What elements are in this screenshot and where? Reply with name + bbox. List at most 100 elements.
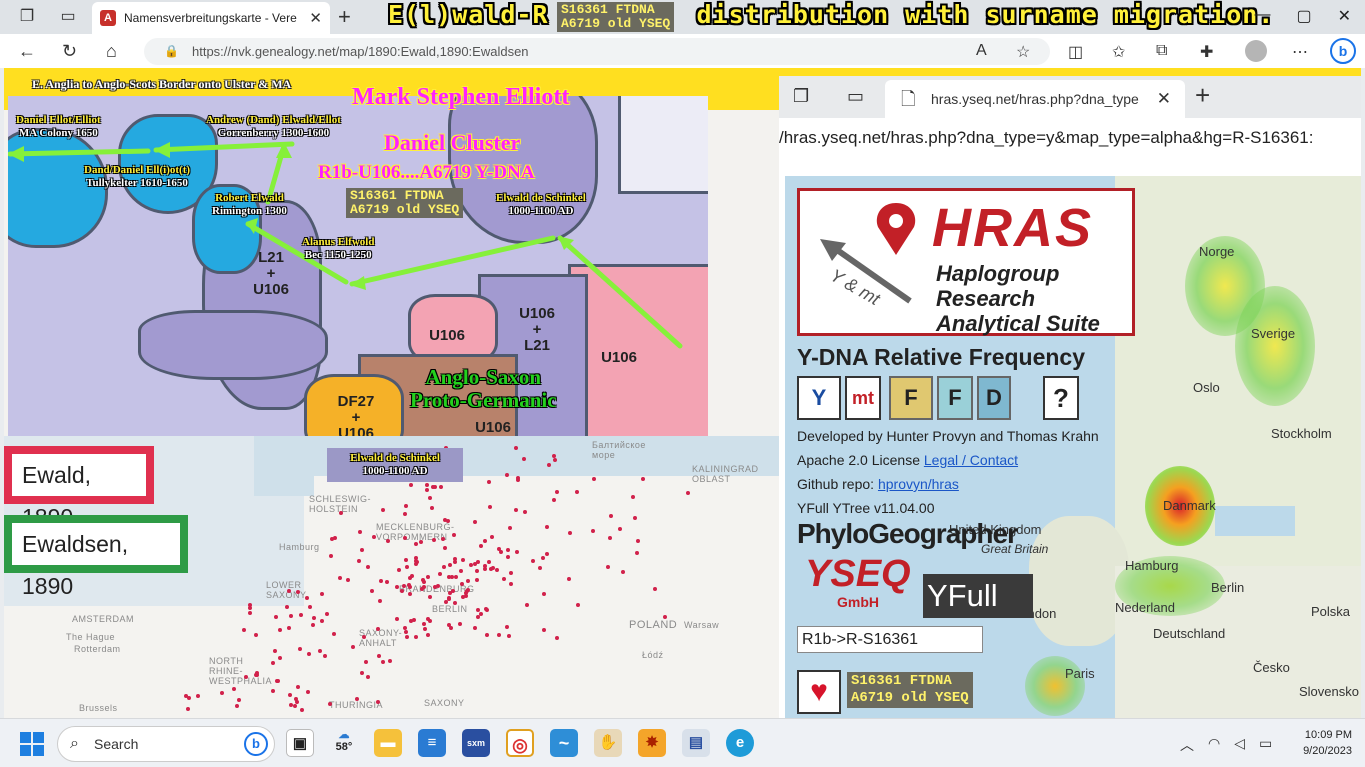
surname-dot [414,562,418,566]
surname-dot [274,615,278,619]
surname-dot [426,633,430,637]
collections-icon[interactable]: ⧉ [1156,42,1167,60]
surname-dot [414,635,418,639]
split-screen-icon[interactable]: ◫ [1068,42,1083,62]
profile-avatar[interactable] [1245,40,1267,62]
yseq-gmbh: GmbH [837,594,879,610]
migration-map-overlay: L21 + U106 U106 U106 + L21 U106 DF27 + U… [8,74,708,436]
surname-dot [288,693,292,697]
heart-button[interactable]: ♥ [797,670,841,714]
label-hamburg: Hamburg [279,542,320,552]
battery-icon[interactable]: ▭ [1259,735,1272,755]
baltic-water [1215,506,1295,536]
workspaces-icon[interactable]: ❐ [16,6,38,28]
haplogroup-search-input[interactable]: R1b->R-S16361 [797,626,983,653]
surname-dot [232,687,236,691]
minimize-icon[interactable]: — [1254,6,1270,26]
back-icon[interactable]: ← [18,41,36,62]
inner-vertical-tabs-icon[interactable]: ▭ [847,86,864,107]
city-norge: Norge [1199,244,1235,259]
city-paris: Paris [1065,666,1095,681]
read-aloud-icon[interactable]: A [976,42,987,60]
github-line: Github repo: hprovyn/hras [797,476,959,492]
y-dna-button[interactable]: Y [797,376,841,420]
file-explorer-icon[interactable]: ▬ [374,729,402,757]
mt-dna-button[interactable]: mt [845,376,881,420]
coast-water [254,436,314,496]
clock[interactable]: 10:09 PM 9/20/2023 [1290,727,1352,759]
surname-dot [447,596,451,600]
surname-dot [294,697,298,701]
bing-search-icon[interactable]: b [244,732,268,756]
lineage: R1b-U106....A6719 Y-DNA [318,162,535,183]
surname-dot [386,539,390,543]
help-button[interactable]: ? [1043,376,1079,420]
taskbar: ⌕ Search b ▣ ☁ 58° ▬ ≡ sxm ◎ ~ ✋ ✸ ▤ e ︿ … [0,718,1365,767]
inner-url-field[interactable]: /hras.yseq.net/hras.php?dna_type=y&map_t… [779,128,1313,148]
home-icon[interactable]: ⌂ [106,41,117,62]
more-menu-icon[interactable]: ⋯ [1292,42,1308,62]
app-window-icon[interactable]: ▤ [682,729,710,757]
maximize-icon[interactable]: ▢ [1296,6,1311,26]
surname-dot [244,675,248,679]
surname-dot [409,619,413,623]
inner-new-tab-icon[interactable]: + [1195,80,1210,111]
surname-dot [591,529,595,533]
surname-dot [450,575,454,579]
volume-icon[interactable]: ◁ [1234,735,1245,755]
surname-dot [542,592,546,596]
surname-dot [388,659,392,663]
inner-active-tab[interactable]: 🗋 hras.yseq.net/hras.php?dna_type ✕ [885,80,1185,118]
close-tab-icon[interactable]: ✕ [309,9,322,27]
active-tab[interactable]: A Namensverbreitungskarte - Vere ✕ [92,2,330,34]
surname-dot [453,557,457,561]
f-button-1[interactable]: F [889,376,933,420]
hras-map[interactable]: Norge Sverige Oslo Stockholm Danmark Uni… [785,176,1361,718]
surname-dot [555,636,559,640]
app-swirl-icon[interactable]: ~ [550,729,578,757]
f-button-2[interactable]: F [937,376,973,420]
surname-dot [358,530,362,534]
extensions-icon[interactable]: ✚ [1200,42,1213,62]
taskbar-search[interactable]: ⌕ Search b [57,726,275,762]
legend-ewaldsen[interactable]: Ewaldsen, 1890 [4,515,188,599]
person-place: 1000-1100 AD [508,205,574,217]
wifi-icon[interactable]: ◠ [1208,735,1220,755]
legend-ewald[interactable]: Ewald, 1890 [4,446,154,530]
legal-contact-link[interactable]: Legal / Contact [924,452,1018,468]
app-hand-icon[interactable]: ✋ [594,729,622,757]
chrome-icon[interactable]: ◎ [506,729,534,757]
origin-label: Anglo-Saxon Proto-Germanic [410,365,557,412]
surname-dot [355,697,359,701]
label-kaliningrad: KALININGRAD OBLAST [692,464,759,484]
weather-widget[interactable]: ☁ 58° [330,729,358,757]
sxm-app-icon[interactable]: sxm [462,729,490,757]
bing-copilot-icon[interactable]: b [1330,38,1356,64]
vertical-tabs-icon[interactable]: ▭ [57,6,79,28]
label-brussels: Brussels [79,703,118,713]
close-window-icon[interactable]: ✕ [1338,6,1351,26]
hras-subtitle: Haplogroup Research Analytical Suite [936,261,1100,336]
start-button[interactable] [20,732,44,756]
url-field[interactable]: 🔒 https://nvk.genealogy.net/map/1890:Ewa… [144,38,1050,65]
inner-close-tab-icon[interactable]: ✕ [1157,80,1171,118]
inner-workspaces-icon[interactable]: ❐ [793,86,809,107]
app-gem-icon[interactable]: ✸ [638,729,666,757]
refresh-icon[interactable]: ↻ [62,41,77,62]
surname-dot [196,694,200,698]
notepad-icon[interactable]: ≡ [418,729,446,757]
favorite-star-icon[interactable]: ☆ [1016,42,1030,62]
task-view-icon[interactable]: ▣ [286,729,314,757]
person-name: Andrew (Dand) Elwald/Ellot [206,114,341,126]
surname-dot [485,633,489,637]
d-button[interactable]: D [977,376,1011,420]
url-text: https://nvk.genealogy.net/map/1890:Ewald… [192,44,529,59]
surname-dot [237,698,241,702]
new-tab-icon[interactable]: + [338,4,351,30]
tray-chevron-icon[interactable]: ︿ [1180,735,1194,755]
github-repo-link[interactable]: hprovyn/hras [878,476,959,492]
surname-dot [552,454,556,458]
favorites-icon[interactable]: ✩ [1112,42,1125,62]
surname-dot [186,707,190,711]
edge-icon[interactable]: e [726,729,754,757]
